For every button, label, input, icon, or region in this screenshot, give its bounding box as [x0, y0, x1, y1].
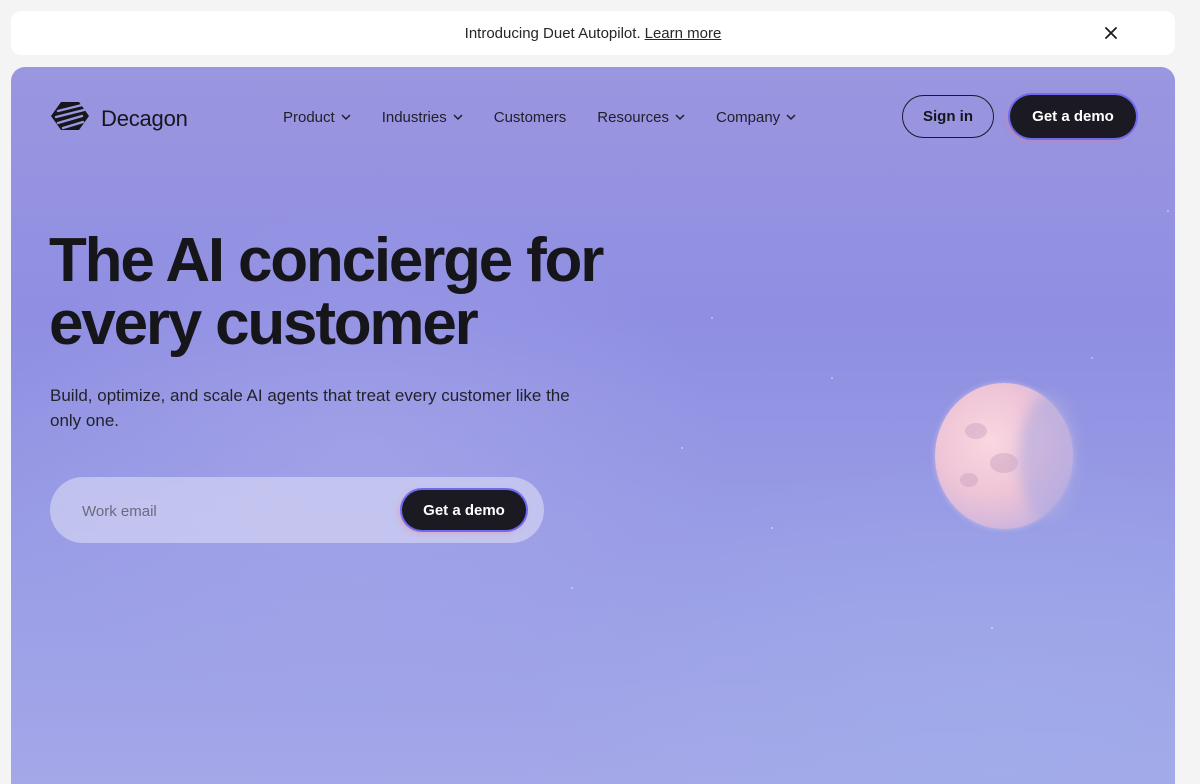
speck [681, 447, 683, 449]
speck [571, 587, 573, 589]
chevron-down-icon [341, 114, 351, 121]
menu-item-label: Industries [381, 108, 447, 126]
announcement-bar: Introducing Duet Autopilot. Learn more [11, 11, 1175, 55]
announcement-text: Introducing Duet Autopilot. [464, 24, 641, 42]
hero-headline: The AI concierge for every customer [49, 226, 604, 358]
speck [991, 627, 993, 629]
moon-crater [965, 423, 987, 439]
moon-crater [990, 453, 1018, 473]
speck [1167, 210, 1169, 212]
menu-item-label: Product [283, 108, 335, 126]
chevron-down-icon [675, 114, 685, 121]
moon-crater [960, 473, 978, 487]
hero-get-demo-button[interactable]: Get a demo [402, 490, 526, 530]
speck [831, 377, 833, 379]
menu-item-label: Company [715, 108, 781, 126]
moon-image [935, 383, 1079, 529]
menu-item-company[interactable]: Company [716, 105, 796, 129]
close-icon[interactable] [1099, 21, 1123, 45]
chevron-down-icon [453, 114, 463, 121]
chevron-down-icon [786, 114, 796, 121]
menu-item-label: Resources [597, 108, 669, 126]
learn-more-link[interactable]: Learn more [645, 25, 722, 42]
moon-shadow [1019, 393, 1079, 523]
speck [771, 527, 773, 529]
hero-section: Decagon Product Industries Customers Res… [11, 67, 1175, 784]
email-signup-form: Get a demo [50, 477, 544, 545]
speck [711, 317, 713, 319]
work-email-input[interactable] [80, 477, 384, 545]
menu-item-product[interactable]: Product [283, 105, 351, 129]
brand-name: Decagon [101, 105, 188, 131]
menu-item-customers[interactable]: Customers [494, 105, 567, 129]
speck [1091, 357, 1093, 359]
hero-subtext: Build, optimize, and scale AI agents tha… [50, 386, 570, 430]
top-nav: Decagon Product Industries Customers Res… [11, 67, 1175, 167]
brand-logo[interactable]: Decagon [49, 100, 188, 137]
menu-item-label: Customers [493, 108, 567, 126]
get-demo-button[interactable]: Get a demo [1010, 95, 1136, 138]
menu-item-resources[interactable]: Resources [597, 105, 685, 129]
decagon-logo-icon [49, 100, 91, 137]
sign-in-button[interactable]: Sign in [902, 95, 994, 138]
menu-item-industries[interactable]: Industries [382, 105, 463, 129]
main-menu: Product Industries Customers Resources C… [283, 105, 827, 129]
